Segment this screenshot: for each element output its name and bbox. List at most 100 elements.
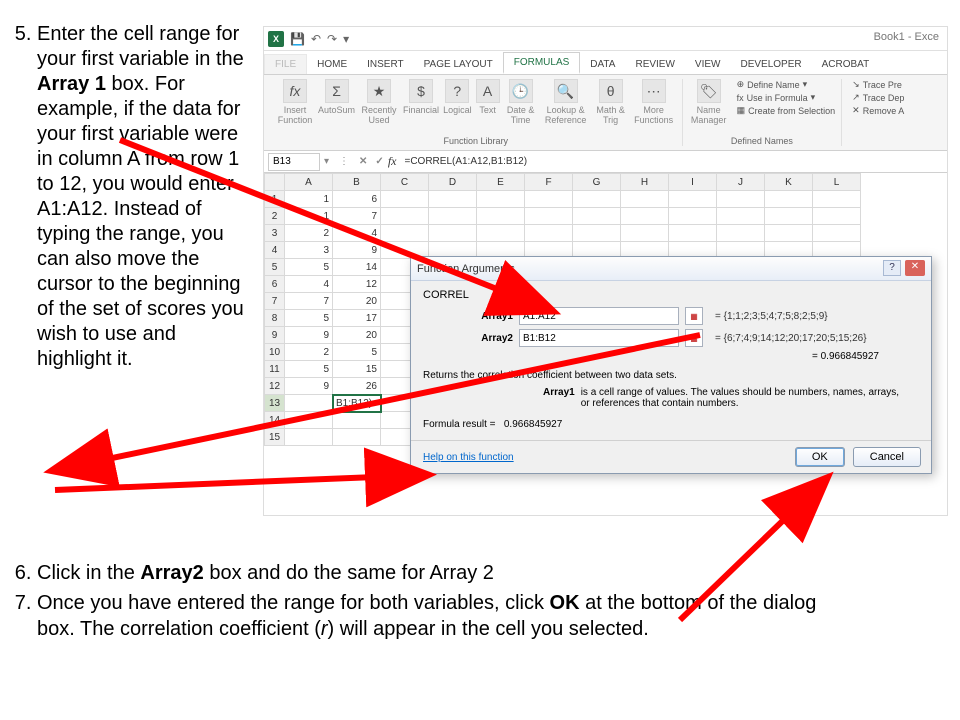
cell[interactable]: 7	[285, 293, 333, 310]
cell[interactable]	[285, 429, 333, 446]
cell[interactable]: 1	[285, 208, 333, 225]
insert-function-button[interactable]: fxInsert Function	[276, 79, 314, 125]
dialog-titlebar[interactable]: Function Arguments ? ✕	[411, 257, 931, 281]
col-header[interactable]: B	[333, 174, 381, 191]
col-header[interactable]: F	[525, 174, 573, 191]
cell[interactable]: 5	[285, 310, 333, 327]
col-header[interactable]: E	[477, 174, 525, 191]
cancel-button[interactable]: Cancel	[853, 447, 921, 467]
tab-file[interactable]: FILE	[264, 54, 307, 74]
row-header[interactable]: 15	[265, 429, 285, 446]
name-manager-button[interactable]: 🏷Name Manager	[689, 79, 729, 125]
undo-icon[interactable]: ↶	[311, 32, 321, 46]
cell[interactable]	[477, 191, 525, 208]
tab-acrobat[interactable]: Acrobat	[812, 55, 880, 74]
select-all-cell[interactable]	[265, 174, 285, 191]
recently-used-button[interactable]: ★Recently Used	[359, 79, 399, 125]
row-header[interactable]: 7	[265, 293, 285, 310]
row-header[interactable]: 2	[265, 208, 285, 225]
cell[interactable]	[429, 191, 477, 208]
cell[interactable]	[813, 191, 861, 208]
cell[interactable]	[765, 208, 813, 225]
math-trig-button[interactable]: θMath & Trig	[594, 79, 628, 125]
save-icon[interactable]: 💾	[290, 32, 305, 46]
redo-icon[interactable]: ↷	[327, 32, 337, 46]
cell[interactable]: 5	[285, 259, 333, 276]
define-name-button[interactable]: ⊕Define Name▾	[737, 79, 836, 90]
cell[interactable]	[621, 225, 669, 242]
tab-developer[interactable]: DEVELOPER	[730, 55, 811, 74]
row-header[interactable]: 13	[265, 395, 285, 412]
row-header[interactable]: 14	[265, 412, 285, 429]
row-header[interactable]: 9	[265, 327, 285, 344]
cell[interactable]: 9	[285, 378, 333, 395]
cell[interactable]	[477, 208, 525, 225]
create-from-selection-button[interactable]: ▦Create from Selection	[737, 105, 836, 116]
cell[interactable]	[717, 208, 765, 225]
row-header[interactable]: 10	[265, 344, 285, 361]
cell[interactable]: 1	[285, 191, 333, 208]
cell[interactable]	[525, 225, 573, 242]
cell[interactable]	[429, 208, 477, 225]
more-functions-button[interactable]: ⋯More Functions	[632, 79, 676, 125]
dialog-close-button[interactable]: ✕	[905, 260, 925, 276]
trace-precedents-button[interactable]: ↘Trace Pre	[852, 79, 904, 90]
row-header[interactable]: 8	[265, 310, 285, 327]
cell[interactable]	[717, 191, 765, 208]
col-header[interactable]: H	[621, 174, 669, 191]
row-header[interactable]: 11	[265, 361, 285, 378]
cell[interactable]	[621, 208, 669, 225]
cell[interactable]: 5	[285, 361, 333, 378]
cell[interactable]: 14	[333, 259, 381, 276]
cell[interactable]: 26	[333, 378, 381, 395]
row-header[interactable]: 12	[265, 378, 285, 395]
array1-input[interactable]	[519, 307, 679, 325]
row-header[interactable]: 4	[265, 242, 285, 259]
name-box[interactable]	[268, 153, 320, 171]
cell[interactable]: 5	[333, 344, 381, 361]
accept-formula-icon[interactable]: ✓	[375, 156, 383, 167]
cell[interactable]	[669, 191, 717, 208]
cell[interactable]	[525, 208, 573, 225]
cell[interactable]	[669, 225, 717, 242]
cell[interactable]	[429, 225, 477, 242]
tab-view[interactable]: VIEW	[685, 55, 731, 74]
cell[interactable]	[285, 395, 333, 412]
tab-data[interactable]: DATA	[580, 55, 625, 74]
cell[interactable]: 9	[285, 327, 333, 344]
cell[interactable]: 17	[333, 310, 381, 327]
cell[interactable]: 3	[285, 242, 333, 259]
cell[interactable]: 2	[285, 344, 333, 361]
cell[interactable]	[813, 225, 861, 242]
tab-pagelayout[interactable]: PAGE LAYOUT	[414, 55, 503, 74]
col-header[interactable]: I	[669, 174, 717, 191]
col-header[interactable]: D	[429, 174, 477, 191]
cell[interactable]	[381, 208, 429, 225]
use-in-formula-button[interactable]: fxUse in Formula▾	[737, 92, 836, 103]
fx-icon[interactable]: fx	[388, 154, 397, 169]
cell[interactable]	[621, 191, 669, 208]
cell[interactable]	[573, 225, 621, 242]
help-link[interactable]: Help on this function	[423, 452, 514, 463]
cell[interactable]: 2	[285, 225, 333, 242]
cell[interactable]: 12	[333, 276, 381, 293]
array2-input[interactable]	[519, 329, 679, 347]
tab-insert[interactable]: INSERT	[357, 55, 414, 74]
cell[interactable]: 6	[333, 191, 381, 208]
tab-formulas[interactable]: FORMULAS	[503, 52, 581, 74]
cell[interactable]	[573, 191, 621, 208]
col-header[interactable]: L	[813, 174, 861, 191]
cell[interactable]	[333, 412, 381, 429]
cell[interactable]	[765, 225, 813, 242]
row-header[interactable]: 3	[265, 225, 285, 242]
text-button[interactable]: AText	[476, 79, 500, 125]
cancel-formula-icon[interactable]: ✕	[359, 156, 367, 167]
qat-dropdown-icon[interactable]: ▾	[343, 32, 349, 46]
trace-dependents-button[interactable]: ↗Trace Dep	[852, 92, 904, 103]
formula-input[interactable]: =CORREL(A1:A12,B1:B12)	[400, 156, 943, 167]
col-header[interactable]: C	[381, 174, 429, 191]
cell[interactable]	[477, 225, 525, 242]
array1-collapse-button[interactable]: ▦	[685, 307, 703, 325]
cell[interactable]: B1:B12)	[333, 395, 381, 412]
col-header[interactable]: J	[717, 174, 765, 191]
